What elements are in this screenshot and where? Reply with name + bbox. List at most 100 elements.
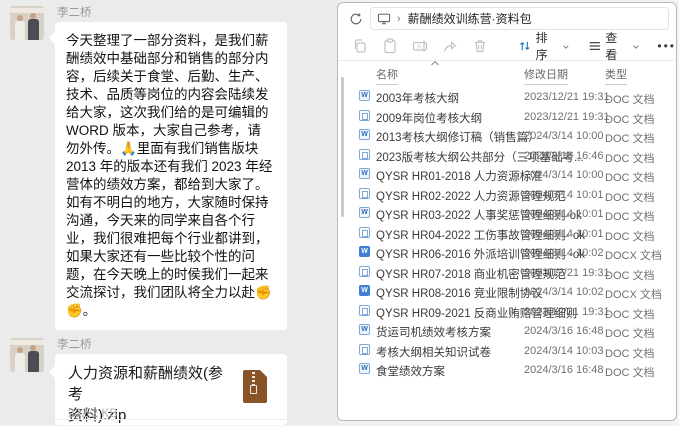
file-row[interactable]: 2013考核大纲修订稿（销售篇） 2024/3/14 10:00 DOC 文档 bbox=[338, 126, 676, 146]
file-type: DOC 文档 bbox=[605, 228, 655, 244]
file-row[interactable]: QYSR HR01-2018 人力资源标准 2024/3/14 10:00 DO… bbox=[338, 165, 676, 185]
file-row[interactable]: QYSR HR06-2016 外派培训管理细则 -ok 2024/3/14 10… bbox=[338, 243, 676, 263]
file-date-modified: 2024/3/16 16:46 bbox=[524, 150, 604, 162]
file-date-modified: 2024/3/14 10:00 bbox=[524, 169, 604, 181]
file-date-modified: 2024/3/14 10:02 bbox=[524, 286, 604, 298]
file-row[interactable]: QYSR HR08-2016 竞业限制协议 2024/3/14 10:02 DO… bbox=[338, 282, 676, 302]
file-list: 2003年考核大纲 2023/12/21 19:31 DOC 文档 2009年岗… bbox=[338, 87, 676, 380]
word-document-icon bbox=[359, 285, 370, 296]
file-row[interactable]: QYSR HR02-2022 人力资源管理规范 2024/3/14 10:01 … bbox=[338, 185, 676, 205]
avatar-photo-detail bbox=[15, 21, 25, 40]
file-name: 2013考核大纲修订稿（销售篇） bbox=[376, 129, 540, 145]
explorer-toolbar: A 排序 查看 bbox=[338, 32, 676, 61]
view-list-icon bbox=[588, 40, 602, 52]
file-date-modified: 2024/3/16 16:48 bbox=[524, 364, 604, 376]
sort-arrows-icon bbox=[518, 39, 532, 53]
file-row[interactable]: 2023版考核大纲公共部分（三项基础考... 2024/3/16 16:46 D… bbox=[338, 146, 676, 166]
file-date-modified: 2024/3/14 10:01 bbox=[524, 208, 604, 220]
file-row[interactable]: 食堂绩效方案 2024/3/16 16:48 DOC 文档 bbox=[338, 360, 676, 380]
avatar-photo-detail bbox=[15, 353, 25, 372]
file-date-modified: 2023/12/21 19:31 bbox=[524, 267, 610, 279]
share-icon[interactable] bbox=[442, 38, 458, 54]
copy-icon[interactable] bbox=[352, 38, 368, 54]
file-row[interactable]: 2009年岗位考核大纲 2023/12/21 19:31 DOC 文档 bbox=[338, 107, 676, 127]
file-type: DOC 文档 bbox=[605, 189, 655, 205]
chat-message-bubble: 今天整理了一部分资料，是我们薪 酬绩效中基础部分和销售的部分内 容，后续关于食堂… bbox=[55, 22, 287, 330]
word-document-icon bbox=[359, 363, 370, 374]
svg-text:A: A bbox=[417, 44, 422, 51]
delete-icon[interactable] bbox=[472, 38, 488, 54]
file-type: DOC 文档 bbox=[605, 111, 655, 127]
view-label: 查看 bbox=[605, 29, 628, 63]
chat-panel: 李二桥 今天整理了一部分资料，是我们薪 酬绩效中基础部分和销售的部分内 容，后续… bbox=[0, 0, 339, 425]
file-type: DOC 文档 bbox=[605, 364, 655, 380]
column-headers: 名称 修改日期 类型 bbox=[338, 66, 676, 84]
paste-icon[interactable] bbox=[382, 38, 398, 54]
file-type: DOC 文档 bbox=[605, 208, 655, 224]
chevron-down-icon bbox=[632, 43, 640, 51]
file-date-modified: 2024/3/14 10:01 bbox=[524, 228, 604, 240]
sort-label: 排序 bbox=[536, 29, 559, 63]
file-date-modified: 2024/3/14 10:02 bbox=[524, 247, 604, 259]
avatar[interactable] bbox=[10, 338, 44, 372]
sender-name: 李二桥 bbox=[57, 336, 92, 352]
card-divider bbox=[55, 419, 287, 420]
file-type: DOC 文档 bbox=[605, 345, 655, 361]
file-date-modified: 2023/12/21 19:31 bbox=[524, 91, 610, 103]
rename-icon[interactable]: A bbox=[412, 38, 428, 54]
address-bar: › 薪酬绩效训练营·资料包 bbox=[338, 3, 676, 32]
refresh-icon bbox=[349, 12, 363, 26]
column-header-name[interactable]: 名称 bbox=[376, 66, 398, 85]
file-type: DOC 文档 bbox=[605, 150, 655, 166]
file-name: 2009年岗位考核大纲 bbox=[376, 110, 482, 126]
more-options-button[interactable]: ••• bbox=[657, 39, 676, 53]
file-row[interactable]: 2003年考核大纲 2023/12/21 19:31 DOC 文档 bbox=[338, 87, 676, 107]
word-document-icon bbox=[359, 305, 370, 316]
avatar-photo-detail bbox=[28, 351, 39, 372]
word-document-icon bbox=[359, 149, 370, 160]
file-name: 考核大纲相关知识试卷 bbox=[376, 344, 491, 360]
file-date-modified: 2024/3/14 10:03 bbox=[524, 345, 604, 357]
avatar-photo-detail bbox=[10, 8, 44, 13]
file-type: DOC 文档 bbox=[605, 169, 655, 185]
file-size: 232.2 KB bbox=[68, 406, 117, 420]
file-row[interactable]: QYSR HR07-2018 商业机密管理规范 2023/12/21 19:31… bbox=[338, 263, 676, 283]
file-row[interactable]: 货运司机绩效考核方案 2024/3/16 16:48 DOC 文档 bbox=[338, 321, 676, 341]
view-button[interactable]: 查看 bbox=[588, 29, 640, 63]
file-row[interactable]: QYSR HR04-2022 工伤事故管理细则- ok 2024/3/14 10… bbox=[338, 224, 676, 244]
avatar-photo-detail bbox=[28, 19, 39, 40]
zip-icon-zipper bbox=[252, 372, 255, 386]
file-type: DOC 文档 bbox=[605, 325, 655, 341]
refresh-button[interactable] bbox=[346, 9, 366, 29]
file-row[interactable]: QYSR HR03-2022 人事奖惩管理细则-ok 2024/3/14 10:… bbox=[338, 204, 676, 224]
word-document-icon bbox=[359, 168, 370, 179]
sender-name: 李二桥 bbox=[57, 4, 92, 20]
avatar-photo-detail bbox=[10, 340, 44, 345]
file-type: DOC 文档 bbox=[605, 306, 655, 322]
zip-icon-fold bbox=[260, 370, 267, 377]
file-message-card[interactable]: 人力资源和薪酬绩效(参考 资料).zip 232.2 KB bbox=[55, 354, 287, 425]
column-header-date[interactable]: 修改日期 bbox=[524, 66, 568, 85]
address-input[interactable]: › 薪酬绩效训练营·资料包 bbox=[370, 7, 669, 30]
file-date-modified: 2023/12/21 19:31 bbox=[524, 306, 610, 318]
chevron-down-icon bbox=[562, 43, 570, 51]
file-date-modified: 2023/12/21 19:31 bbox=[524, 111, 610, 123]
word-document-icon bbox=[359, 188, 370, 199]
file-date-modified: 2024/3/14 10:01 bbox=[524, 189, 604, 201]
word-document-icon bbox=[359, 344, 370, 355]
avatar[interactable] bbox=[10, 6, 44, 40]
word-document-icon bbox=[359, 266, 370, 277]
file-type: DOCX 文档 bbox=[605, 247, 662, 263]
breadcrumb-path[interactable]: 薪酬绩效训练营·资料包 bbox=[408, 10, 532, 27]
sort-button[interactable]: 排序 bbox=[518, 29, 570, 63]
word-document-icon bbox=[359, 90, 370, 101]
file-type: DOCX 文档 bbox=[605, 286, 662, 302]
word-document-icon bbox=[359, 129, 370, 140]
file-row[interactable]: 考核大纲相关知识试卷 2024/3/14 10:03 DOC 文档 bbox=[338, 341, 676, 361]
file-type: DOC 文档 bbox=[605, 91, 655, 107]
column-header-type[interactable]: 类型 bbox=[605, 66, 627, 85]
file-explorer-window: › 薪酬绩效训练营·资料包 A bbox=[337, 2, 677, 421]
file-type: DOC 文档 bbox=[605, 130, 655, 146]
file-date-modified: 2024/3/14 10:00 bbox=[524, 130, 604, 142]
file-row[interactable]: QYSR HR09-2021 反商业贿赂管理细则 2023/12/21 19:3… bbox=[338, 302, 676, 322]
